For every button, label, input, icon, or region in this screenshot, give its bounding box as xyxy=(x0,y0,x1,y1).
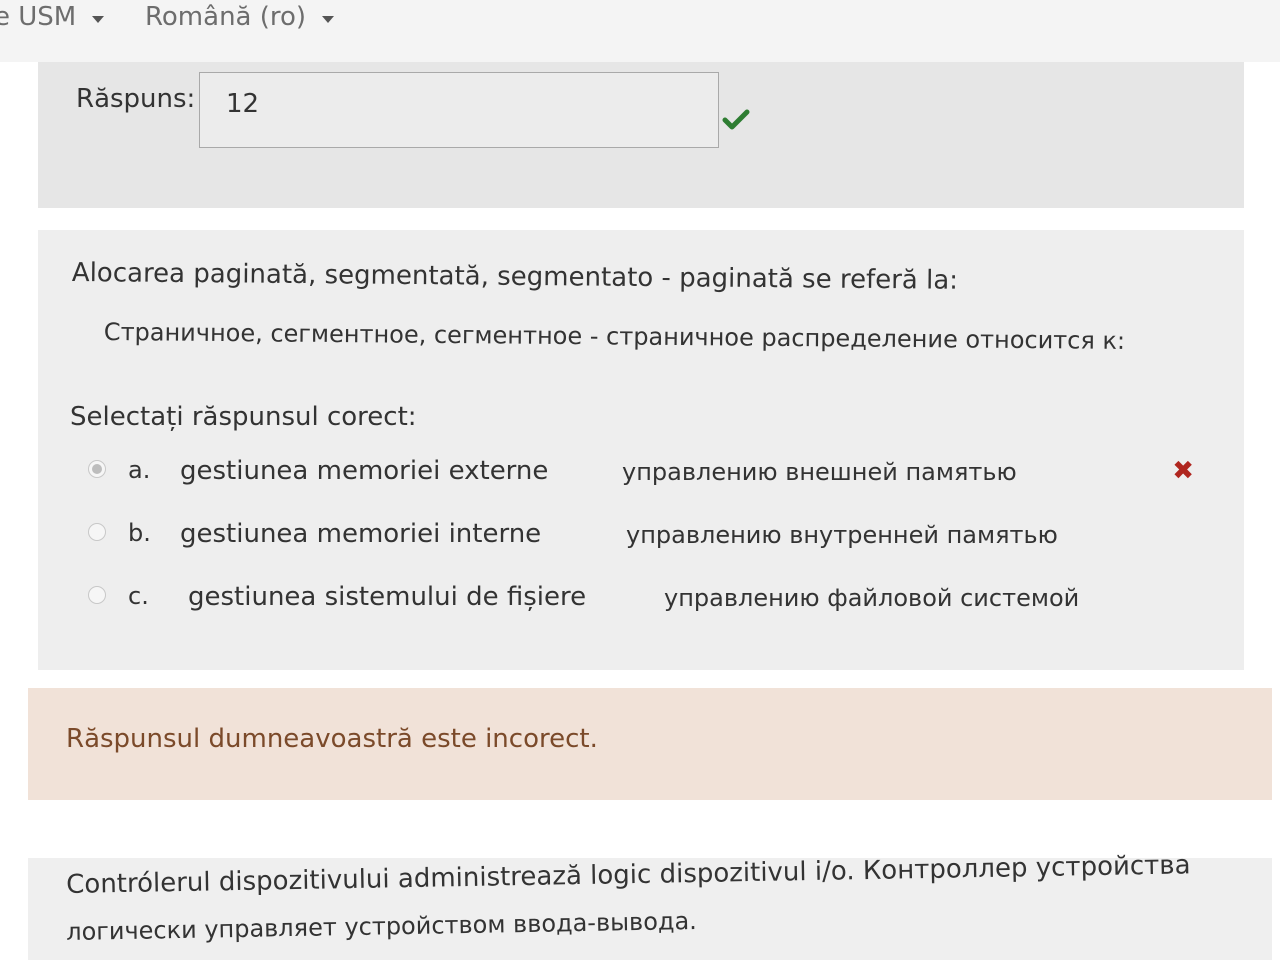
chevron-down-icon xyxy=(322,15,335,23)
top-navbar: e USM Română (ro) xyxy=(0,0,1280,62)
option-text-ro: gestiunea memoriei externe xyxy=(180,456,549,486)
answer-option-a[interactable]: a. gestiunea memoriei externe управлению… xyxy=(84,456,1214,506)
select-prompt: Selectați răspunsul corect: xyxy=(70,402,417,432)
radio-button-c[interactable] xyxy=(88,586,106,604)
radio-button-b[interactable] xyxy=(88,523,106,541)
site-menu[interactable]: e USM xyxy=(0,2,105,32)
option-letter: c. xyxy=(128,582,149,610)
cross-icon: ✖ xyxy=(1172,456,1194,486)
check-icon xyxy=(722,109,750,130)
language-menu[interactable]: Română (ro) xyxy=(145,2,335,32)
site-menu-label: e USM xyxy=(0,2,77,32)
feedback-text: Răspunsul dumneavoastră este incorect. xyxy=(66,724,598,754)
option-text-ro: gestiunea memoriei interne xyxy=(180,519,542,549)
option-text-ru: управлению файловой системой xyxy=(664,584,1080,612)
option-letter: b. xyxy=(128,519,151,547)
answer-option-b[interactable]: b. gestiunea memoriei interne управлению… xyxy=(84,519,1214,569)
answer-field[interactable]: 12 xyxy=(199,72,719,148)
option-text-ru: управлению внутренней памятью xyxy=(626,521,1058,549)
option-text-ro: gestiunea sistemului de fișiere xyxy=(188,582,587,612)
answer-label: Răspuns: xyxy=(76,84,196,114)
radio-button-a[interactable] xyxy=(88,460,106,478)
option-text-ru: управлению внешней памятью xyxy=(622,458,1017,486)
answer-option-c[interactable]: c. gestiunea sistemului de fișiere управ… xyxy=(84,582,1214,632)
option-letter: a. xyxy=(128,456,151,484)
language-menu-label: Română (ro) xyxy=(145,2,307,32)
chevron-down-icon xyxy=(92,15,105,23)
